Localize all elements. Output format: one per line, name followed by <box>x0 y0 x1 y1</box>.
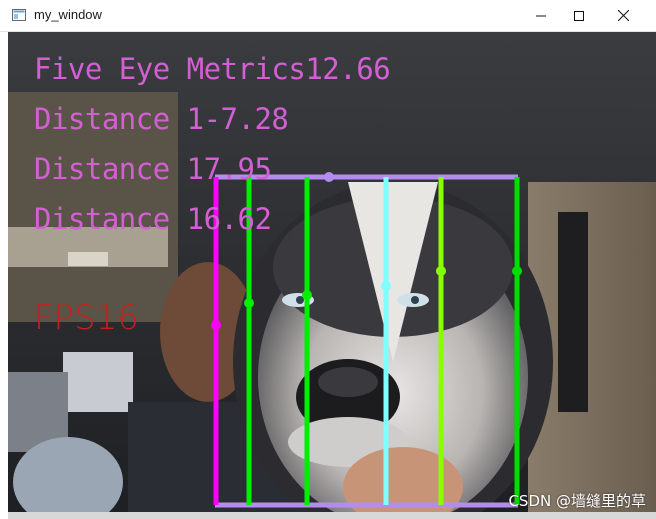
title-bar[interactable]: my_window <box>0 0 656 32</box>
face-box-top-point <box>324 172 334 182</box>
window-left-edge <box>0 32 8 519</box>
distance-1-text: Distance 1-7.28 <box>34 102 289 136</box>
distance-2-text: Distance 17.95 <box>34 152 272 186</box>
video-frame: Five Eye Metrics12.66 Distance 1-7.28 Di… <box>8 32 656 519</box>
minimize-icon <box>536 15 546 16</box>
landmark-point <box>244 298 254 308</box>
window-title: my_window <box>34 7 102 22</box>
five-eye-metric-text: Five Eye Metrics12.66 <box>34 52 391 86</box>
landmark-point <box>512 266 522 276</box>
landmark-point <box>211 320 221 330</box>
app-window: my_window Five Eye Metrics12.66 Distance… <box>0 0 656 519</box>
csdn-watermark: CSDN @墙缝里的草 <box>508 492 646 510</box>
landmark-point <box>302 290 312 300</box>
landmark-point <box>381 281 391 291</box>
window-app-icon <box>12 9 26 21</box>
close-icon <box>617 10 629 21</box>
maximize-button[interactable] <box>556 0 602 31</box>
landmark-point <box>436 266 446 276</box>
maximize-icon <box>574 10 584 21</box>
close-button[interactable] <box>600 0 646 31</box>
fps-counter: FPS16 <box>34 298 139 338</box>
distance-3-text: Distance 16.62 <box>34 202 272 236</box>
